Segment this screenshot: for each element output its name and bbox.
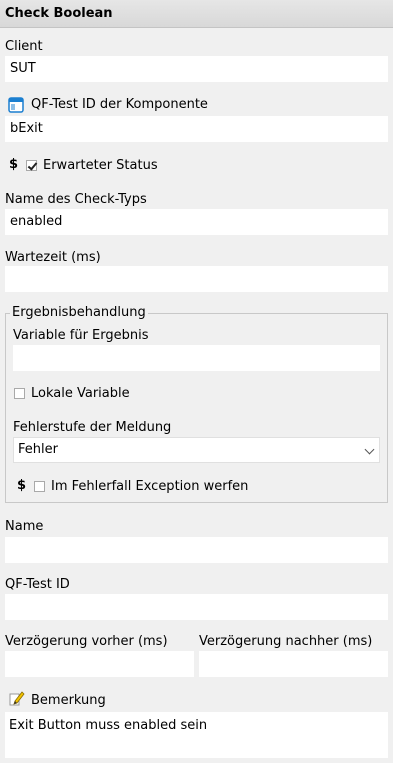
panel-title: Check Boolean — [5, 6, 113, 21]
check-type-label: Name des Check-Typs — [5, 192, 147, 207]
wait-time-label: Wartezeit (ms) — [5, 250, 101, 265]
result-handling-title: Ergebnisbehandlung — [10, 305, 148, 320]
check-type-field[interactable]: enabled — [5, 209, 388, 235]
qftest-id-field[interactable] — [5, 594, 388, 620]
delay-after-label: Verzögerung nachher (ms) — [199, 634, 373, 649]
error-level-value: Fehler — [18, 442, 58, 457]
comment-textarea[interactable]: Exit Button muss enabled sein — [5, 712, 388, 758]
client-field[interactable]: SUT — [5, 56, 388, 82]
delay-before-field[interactable] — [5, 651, 194, 677]
variable-dollar-icon: $ — [9, 157, 19, 172]
panel-header: Check Boolean — [0, 0, 393, 28]
wait-time-field[interactable] — [5, 266, 388, 292]
delay-before-label: Verzögerung vorher (ms) — [5, 634, 168, 649]
component-id-field[interactable]: bExit — [5, 116, 388, 142]
exception-checkbox[interactable] — [34, 481, 45, 492]
component-window-icon — [8, 97, 24, 113]
local-variable-label: Lokale Variable — [31, 386, 130, 401]
variable-dollar-icon: $ — [17, 478, 27, 493]
name-field[interactable] — [5, 537, 388, 563]
local-variable-checkbox[interactable] — [14, 388, 25, 399]
result-variable-field[interactable] — [13, 345, 380, 371]
expected-status-label: Erwarteter Status — [43, 158, 158, 173]
component-id-label: QF-Test ID der Komponente — [31, 97, 208, 112]
error-level-select[interactable]: Fehler — [13, 437, 380, 463]
expected-status-checkbox[interactable] — [26, 160, 37, 171]
exception-label: Im Fehlerfall Exception werfen — [51, 479, 249, 494]
qftest-id-label: QF-Test ID — [5, 577, 70, 592]
comment-label: Bemerkung — [31, 693, 106, 708]
chevron-down-icon — [364, 444, 375, 455]
error-level-label: Fehlerstufe der Meldung — [13, 420, 172, 435]
delay-after-field[interactable] — [199, 651, 388, 677]
client-label: Client — [5, 39, 43, 54]
result-variable-label: Variable für Ergebnis — [13, 328, 149, 343]
name-label: Name — [5, 519, 44, 534]
pencil-note-icon — [9, 690, 25, 706]
